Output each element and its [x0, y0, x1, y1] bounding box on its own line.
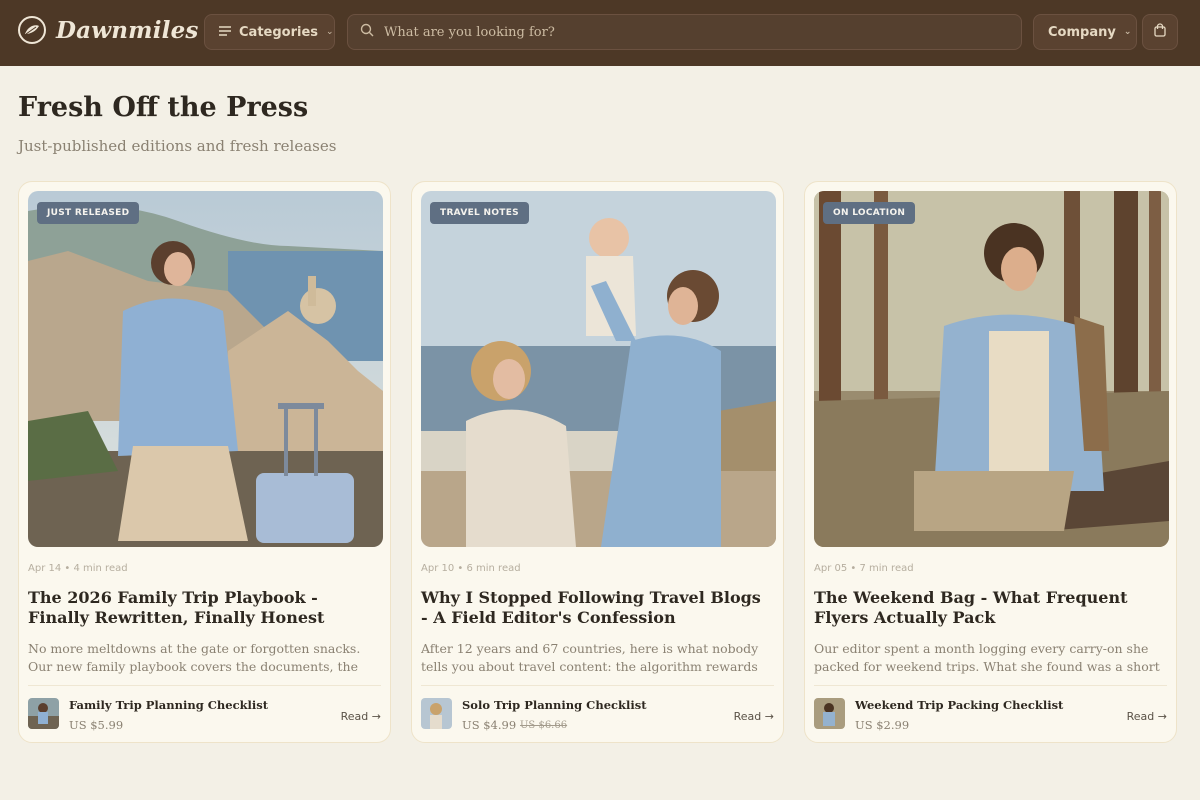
article-excerpt: After 12 years and 67 countries, here is…: [421, 641, 759, 674]
read-link[interactable]: Read →: [341, 710, 381, 723]
categories-label: Categories: [239, 24, 319, 40]
cart-button[interactable]: [1142, 14, 1178, 50]
read-link[interactable]: Read →: [1127, 710, 1167, 723]
article-date: Apr 14: [28, 563, 62, 574]
search-icon: [360, 23, 374, 41]
category-badge: JUST RELEASED: [37, 202, 140, 224]
top-navbar: Dawnmiles Categories ⌄ Company ⌄: [0, 0, 1200, 66]
chevron-down-icon: ⌄: [326, 27, 334, 37]
read-time: 7 min read: [859, 563, 914, 574]
brand-name: Dawnmiles: [56, 16, 199, 44]
article-meta: Apr 14 • 4 min read: [28, 563, 128, 574]
article-title[interactable]: The Weekend Bag - What Frequent Flyers A…: [814, 588, 1164, 628]
page-subtitle: Just-published editions and fresh releas…: [18, 137, 337, 155]
search-input[interactable]: [384, 24, 984, 40]
article-card[interactable]: TRAVEL NOTES Apr 10 • 6 min read Why I S…: [411, 181, 784, 743]
product-name[interactable]: Solo Trip Planning Checklist: [462, 698, 647, 712]
article-excerpt: No more meltdowns at the gate or forgott…: [28, 641, 361, 674]
original-price: US $6.66: [520, 720, 568, 731]
product-price: US $4.99: [462, 718, 517, 732]
category-badge: TRAVEL NOTES: [430, 202, 529, 224]
read-link[interactable]: Read →: [734, 710, 774, 723]
article-photo[interactable]: TRAVEL NOTES: [421, 191, 776, 547]
product-thumbnail[interactable]: [421, 698, 452, 729]
read-time: 6 min read: [466, 563, 521, 574]
chevron-down-icon: ⌄: [1123, 27, 1132, 37]
read-time: 4 min read: [73, 563, 128, 574]
product-name[interactable]: Weekend Trip Packing Checklist: [855, 698, 1063, 712]
article-meta: Apr 05 • 7 min read: [814, 563, 914, 574]
article-meta: Apr 10 • 6 min read: [421, 563, 521, 574]
product-thumbnail[interactable]: [28, 698, 59, 729]
company-menu-button[interactable]: Company ⌄: [1033, 14, 1137, 50]
product-price: US $2.99: [855, 718, 910, 732]
leaf-logo-icon: [18, 16, 46, 44]
company-label: Company: [1048, 24, 1116, 40]
brand-logo[interactable]: Dawnmiles: [18, 16, 199, 44]
divider: [814, 685, 1167, 686]
article-card[interactable]: ON LOCATION Apr 05 • 7 min read The Week…: [804, 181, 1177, 743]
article-card[interactable]: JUST RELEASED Apr 14 • 4 min read The 20…: [18, 181, 391, 743]
menu-icon: [219, 25, 231, 40]
article-date: Apr 05: [814, 563, 848, 574]
search-bar[interactable]: [347, 14, 1022, 50]
divider: [421, 685, 774, 686]
category-badge: ON LOCATION: [823, 202, 916, 224]
article-title[interactable]: Why I Stopped Following Travel Blogs - A…: [421, 588, 771, 628]
article-photo[interactable]: ON LOCATION: [814, 191, 1169, 547]
shopping-bag-icon: [1153, 23, 1167, 41]
divider: [28, 685, 381, 686]
page-title: Fresh Off the Press: [18, 92, 309, 123]
article-title[interactable]: The 2026 Family Trip Playbook - Finally …: [28, 588, 378, 628]
categories-button[interactable]: Categories ⌄: [204, 14, 335, 50]
product-name[interactable]: Family Trip Planning Checklist: [69, 698, 268, 712]
article-photo[interactable]: JUST RELEASED: [28, 191, 383, 547]
article-date: Apr 10: [421, 563, 455, 574]
article-excerpt: Our editor spent a month logging every c…: [814, 641, 1160, 674]
product-thumbnail[interactable]: [814, 698, 845, 729]
product-price: US $5.99: [69, 718, 124, 732]
